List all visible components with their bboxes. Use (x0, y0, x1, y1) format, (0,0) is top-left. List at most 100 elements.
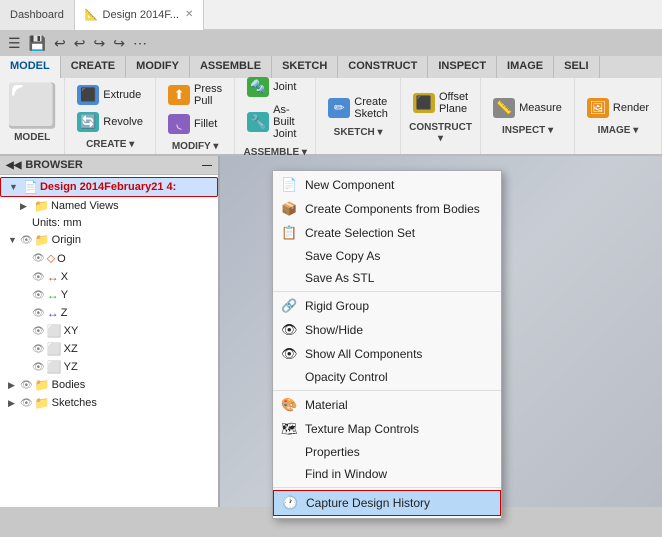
menu-icon[interactable]: ☰ (6, 33, 23, 54)
tree-label-origin: Origin (52, 234, 81, 246)
eye-icon-origin[interactable]: 👁 (20, 235, 33, 246)
tree-item-yz[interactable]: 👁 ⬜ YZ (0, 358, 218, 376)
save-icon[interactable]: 💾 (27, 33, 48, 54)
ribbon-tab-inspect[interactable]: INSPECT (428, 56, 497, 78)
eye-icon-o[interactable]: 👁 (32, 253, 45, 264)
image-group-label: IMAGE ▾ (583, 125, 653, 136)
joint-label: Joint (273, 81, 296, 93)
ctx-show-all-label: Show All Components (305, 347, 422, 361)
ctx-opacity-label: Opacity Control (305, 370, 388, 384)
tree-toggle-bodies[interactable]: ▶ (8, 380, 20, 391)
ctx-material-label: Material (305, 398, 348, 412)
tree-item-y[interactable]: 👁 ↔ Y (0, 286, 218, 304)
ribbon-tab-construct[interactable]: CONSTRUCT (338, 56, 428, 78)
ctx-opacity[interactable]: Opacity Control (273, 366, 501, 388)
ctx-save-copy[interactable]: Save Copy As (273, 245, 501, 267)
ctx-show-hide[interactable]: 👁 Show/Hide (273, 318, 501, 342)
eye-icon-y[interactable]: 👁 (32, 290, 45, 301)
eye-icon-yz[interactable]: 👁 (32, 362, 45, 373)
create-btn-revolve[interactable]: 🔄 Revolve (73, 110, 147, 134)
tree-folder-icon-origin: 📁 (35, 233, 50, 247)
ribbon-tab-model[interactable]: MODEL (0, 56, 61, 78)
eye-icon-x[interactable]: 👁 (32, 272, 45, 283)
tab-close-icon[interactable]: ✕ (185, 9, 193, 20)
ctx-separator-1 (273, 291, 501, 292)
assemble-btn-as-built[interactable]: 🔧 As-Built Joint (243, 102, 307, 142)
tree-item-o[interactable]: 👁 ⬦ O (0, 249, 218, 268)
image-btn-render[interactable]: 🖼 Render (583, 96, 653, 120)
undo2-icon[interactable]: ↩ (72, 33, 88, 54)
tree-item-xy[interactable]: 👁 ⬜ XY (0, 322, 218, 340)
tree-item-named-views[interactable]: ▶ 📁 Named Views (0, 197, 218, 215)
ribbon-tab-seli[interactable]: SELI (554, 56, 599, 78)
ribbon: MODEL CREATE MODIFY ASSEMBLE SKETCH CONS… (0, 56, 662, 156)
ctx-separator-3 (273, 487, 501, 488)
revolve-label: Revolve (103, 116, 143, 128)
offset-plane-icon: ⬛ (413, 93, 435, 113)
ribbon-content: ⬜ MODEL ⬛ Extrude 🔄 Revolve CREATE ▾ ⬆ P… (0, 78, 662, 156)
tree-toggle-named-views[interactable]: ▶ (20, 201, 32, 212)
eye-icon-bodies[interactable]: 👁 (20, 380, 33, 391)
assemble-btn-joint[interactable]: 🔩 Joint (243, 75, 307, 99)
tree-item-sketches[interactable]: ▶ 👁 📁 Sketches (0, 394, 218, 412)
tree-item-x[interactable]: 👁 ↔ X (0, 268, 218, 286)
tree-folder-icon-sketches: 📁 (35, 396, 50, 410)
extrude-label: Extrude (103, 89, 141, 101)
eye-icon-xy[interactable]: 👁 (32, 326, 45, 337)
tree-toggle-origin[interactable]: ▼ (8, 235, 20, 245)
as-built-label: As-Built Joint (273, 104, 303, 140)
undo-icon[interactable]: ↩ (52, 33, 68, 54)
ctx-properties[interactable]: Properties (273, 441, 501, 463)
tree-item-bodies[interactable]: ▶ 👁 📁 Bodies (0, 376, 218, 394)
ctx-texture-map-label: Texture Map Controls (305, 422, 419, 436)
as-built-icon: 🔧 (247, 112, 269, 132)
more-icon[interactable]: ⋯ (131, 33, 149, 54)
modify-btn-press-pull[interactable]: ⬆ Press Pull (164, 81, 226, 109)
sketch-create-label: Create Sketch (354, 96, 388, 120)
ribbon-group-construct: ⬛ Offset Plane CONSTRUCT ▾ (401, 78, 481, 154)
sketch-btn-create[interactable]: ✏ Create Sketch (324, 94, 392, 122)
tree-item-z[interactable]: 👁 ↔ Z (0, 304, 218, 322)
ctx-save-stl[interactable]: Save As STL (273, 267, 501, 289)
tree-toggle-sketches[interactable]: ▶ (8, 398, 20, 409)
ribbon-group-create: ⬛ Extrude 🔄 Revolve CREATE ▾ (65, 78, 156, 154)
redo-icon[interactable]: ↪ (91, 33, 107, 54)
tree-plane-yz-icon: ⬜ (47, 360, 62, 374)
sketch-create-icon: ✏ (328, 98, 350, 118)
tree-label-sketches: Sketches (52, 397, 97, 409)
ctx-capture-history[interactable]: 🕐 Capture Design History (273, 490, 501, 516)
ctx-rigid-group[interactable]: 🔗 Rigid Group (273, 294, 501, 318)
tree-axis-y-icon: ↔ (47, 288, 59, 302)
ctx-create-selection[interactable]: 📋 Create Selection Set (273, 221, 501, 245)
tab-design[interactable]: 📐 Design 2014F... ✕ (75, 0, 205, 30)
eye-icon-z[interactable]: 👁 (32, 308, 45, 319)
model-group-icon[interactable]: ⬜ (6, 82, 58, 131)
ribbon-tab-create[interactable]: CREATE (61, 56, 126, 78)
tree-item-root[interactable]: ▼ 📄 Design 2014February21 4: (0, 177, 218, 197)
browser-expand-icon[interactable]: — (202, 160, 212, 171)
ctx-separator-2 (273, 390, 501, 391)
modify-btn-fillet[interactable]: ◟ Fillet (164, 112, 226, 136)
browser-collapse-icon[interactable]: ◀◀ (6, 160, 21, 171)
ctx-new-component[interactable]: 📄 New Component (273, 173, 501, 197)
create-btn-extrude[interactable]: ⬛ Extrude (73, 83, 147, 107)
inspect-btn-measure[interactable]: 📏 Measure (489, 96, 566, 120)
ribbon-tab-modify[interactable]: MODIFY (126, 56, 190, 78)
ctx-texture-map[interactable]: 🗺 Texture Map Controls (273, 417, 501, 441)
tab-dashboard[interactable]: Dashboard (0, 0, 75, 30)
tree-axis-z-icon: ↔ (47, 306, 59, 320)
redo2-icon[interactable]: ↪ (111, 33, 127, 54)
construct-btn-offset[interactable]: ⬛ Offset Plane (409, 89, 472, 117)
tree-item-xz[interactable]: 👁 ⬜ XZ (0, 340, 218, 358)
eye-icon-xz[interactable]: 👁 (32, 344, 45, 355)
ctx-material[interactable]: 🎨 Material (273, 393, 501, 417)
eye-icon-sketches[interactable]: 👁 (20, 398, 33, 409)
ctx-create-components[interactable]: 📦 Create Components from Bodies (273, 197, 501, 221)
tree-toggle-root[interactable]: ▼ (9, 182, 21, 192)
ctx-new-component-label: New Component (305, 178, 394, 192)
ribbon-tab-image[interactable]: IMAGE (497, 56, 554, 78)
ctx-show-all[interactable]: 👁 Show All Components (273, 342, 501, 366)
tree-item-origin[interactable]: ▼ 👁 📁 Origin (0, 231, 218, 249)
tree-item-units[interactable]: Units: mm (0, 215, 218, 231)
ctx-find-window[interactable]: Find in Window (273, 463, 501, 485)
